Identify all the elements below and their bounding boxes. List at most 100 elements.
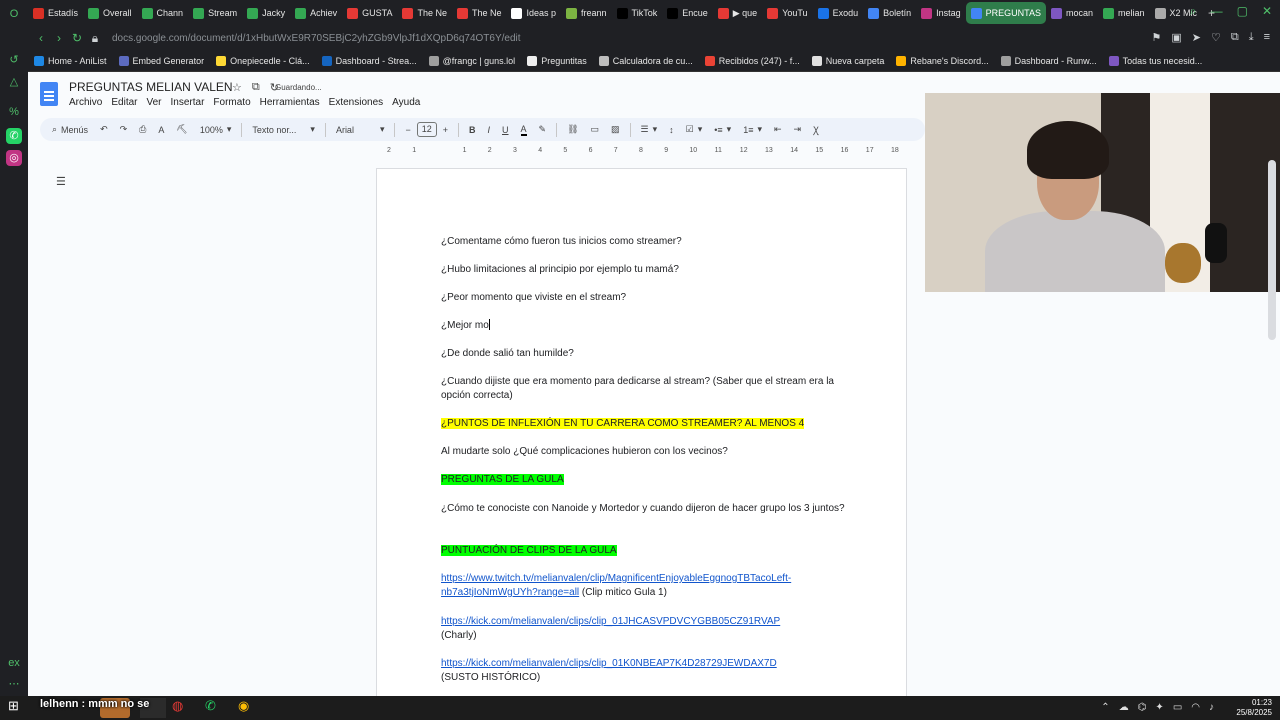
numbered-list-button[interactable]: 1≡ ▾ bbox=[737, 124, 768, 135]
bookmark-item[interactable]: Todas tus necesid... bbox=[1108, 55, 1202, 66]
print-button[interactable]: ⎙ bbox=[133, 124, 152, 135]
increase-indent-button[interactable]: ⇥ bbox=[788, 124, 808, 135]
url-field[interactable]: docs.google.com/document/d/1xHbutWxE9R70… bbox=[112, 33, 521, 44]
browser-tab[interactable]: YouTu bbox=[762, 2, 812, 24]
menu-ayuda[interactable]: Ayuda bbox=[392, 97, 420, 108]
menu-insertar[interactable]: Insertar bbox=[171, 97, 205, 108]
sidebar-aria-icon[interactable]: △ bbox=[6, 74, 22, 90]
highlight-button[interactable]: ✎ bbox=[533, 124, 553, 135]
browser-tab[interactable]: Ideas p bbox=[506, 2, 561, 24]
send-icon[interactable]: ➤ bbox=[1192, 31, 1201, 44]
redo-button[interactable]: ↷ bbox=[114, 124, 134, 135]
reload-icon[interactable]: ↻ bbox=[68, 31, 86, 45]
highlighted-paragraph[interactable]: PUNTUACIÓN DE CLIPS DE LA GULA bbox=[441, 544, 851, 558]
browser-tab[interactable]: The Ne bbox=[452, 2, 507, 24]
snapshot-icon[interactable]: ▣ bbox=[1171, 31, 1181, 44]
undo-button[interactable]: ↶ bbox=[94, 124, 114, 135]
menu-extensiones[interactable]: Extensiones bbox=[329, 97, 383, 108]
bookmark-item[interactable]: Dashboard - Runw... bbox=[1000, 55, 1097, 66]
font-size-input[interactable]: 12 bbox=[416, 122, 437, 137]
bookmark-item[interactable]: Preguntitas bbox=[527, 55, 587, 66]
star-icon[interactable]: ☆ bbox=[232, 81, 242, 94]
tab-active[interactable]: PREGUNTAS bbox=[965, 2, 1046, 24]
maximize-icon[interactable]: ▢ bbox=[1237, 4, 1248, 19]
browser-tab[interactable]: Encue bbox=[662, 2, 713, 24]
download-icon[interactable]: ⤓ bbox=[1249, 31, 1254, 44]
bookmark-item[interactable]: @frangc | guns.lol bbox=[428, 55, 515, 66]
bulleted-list-button[interactable]: •≡ ▾ bbox=[708, 124, 737, 135]
bookmark-item[interactable]: Rebane's Discord... bbox=[896, 55, 989, 66]
style-select[interactable]: Texto nor... ▾ bbox=[246, 124, 321, 135]
document-paragraph[interactable]: ¿De donde salió tan humilde? bbox=[441, 347, 851, 361]
clip-link[interactable]: https://kick.com/melianvalen/clips/clip_… bbox=[441, 616, 780, 627]
menu-editar[interactable]: Editar bbox=[111, 97, 137, 108]
bold-button[interactable]: B bbox=[463, 125, 482, 135]
heart-icon[interactable]: ♡ bbox=[1211, 31, 1221, 44]
browser-tab[interactable]: GUSTA bbox=[342, 2, 397, 24]
font-select[interactable]: Arial ▾ bbox=[330, 124, 391, 135]
bookmark-item[interactable]: Calculadora de cu... bbox=[598, 55, 693, 66]
move-folder-icon[interactable]: ⧉ bbox=[252, 81, 260, 94]
battery-icon[interactable]: ▭ bbox=[1173, 702, 1182, 713]
browser-tab[interactable]: Stream bbox=[188, 2, 242, 24]
network-icon[interactable]: ⌬ bbox=[1138, 702, 1147, 713]
clear-formatting-button[interactable]: Ꭓ bbox=[807, 123, 825, 136]
bookmark-item[interactable]: Dashboard - Strea... bbox=[321, 55, 417, 66]
align-button[interactable]: ☰ ▾ bbox=[635, 124, 664, 135]
document-outline-icon[interactable]: ☰ bbox=[56, 175, 68, 188]
tray-chevron-icon[interactable]: ⌃ bbox=[1101, 702, 1109, 713]
paint-format-button[interactable]: ⛏ bbox=[170, 124, 193, 135]
whatsapp-taskbar-icon[interactable]: ✆ bbox=[205, 698, 216, 718]
line-spacing-button[interactable]: ↕ bbox=[663, 125, 680, 135]
spellcheck-button[interactable]: A bbox=[152, 125, 170, 135]
site-info-icon[interactable]: 🔒︎ bbox=[86, 31, 104, 46]
link-paragraph[interactable]: https://kick.com/melianvalen/clips/clip_… bbox=[441, 657, 851, 685]
decrease-font-button[interactable]: − bbox=[399, 125, 416, 135]
document-paragraph[interactable]: ¿Hubo limitaciones al principio por ejem… bbox=[441, 263, 851, 277]
sidebar-more-icon[interactable]: ⋯ bbox=[6, 676, 22, 692]
opera-taskbar-icon[interactable]: ◍ bbox=[172, 698, 183, 718]
bookmark-item[interactable]: Recibidos (247) - f... bbox=[704, 55, 800, 66]
forward-icon[interactable]: › bbox=[50, 31, 68, 45]
document-paragraph[interactable]: ¿Cómo te conociste con Nanoide y Mortedo… bbox=[441, 502, 851, 516]
bookmark-item[interactable]: Onepiecedle - Clá... bbox=[216, 55, 310, 66]
document-paragraph[interactable]: ¿Comentame cómo fueron tus inicios como … bbox=[441, 235, 851, 249]
text-color-button[interactable]: A bbox=[515, 124, 533, 136]
extensions-icon[interactable]: ⧉ bbox=[1231, 31, 1239, 44]
sidebar-percent-icon[interactable]: % bbox=[6, 104, 22, 120]
menu-herramientas[interactable]: Herramientas bbox=[260, 97, 320, 108]
bookmark-item[interactable]: Home - AniList bbox=[34, 55, 107, 66]
highlighted-paragraph[interactable]: PREGUNTAS DE LA GULA bbox=[441, 473, 851, 487]
browser-tab[interactable]: ▶ que bbox=[713, 2, 762, 24]
chrome-taskbar-icon[interactable]: ◉ bbox=[238, 698, 249, 718]
browser-tab[interactable]: Chann bbox=[137, 2, 189, 24]
checklist-button[interactable]: ☑ ▾ bbox=[680, 124, 709, 135]
menu-archivo[interactable]: Archivo bbox=[69, 97, 102, 108]
docs-logo-icon[interactable] bbox=[40, 82, 58, 106]
highlighted-paragraph[interactable]: ¿PUNTOS DE INFLEXIÓN EN TU CARRERA COMO … bbox=[441, 417, 851, 431]
whatsapp-icon[interactable]: ✆ bbox=[6, 128, 22, 144]
underline-button[interactable]: U bbox=[496, 125, 515, 135]
back-icon[interactable]: ‹ bbox=[32, 31, 50, 45]
browser-tab[interactable]: Boletín bbox=[863, 2, 916, 24]
cloud-icon[interactable]: ☁ bbox=[1119, 702, 1129, 713]
menu-ver[interactable]: Ver bbox=[146, 97, 161, 108]
bookmark-icon[interactable]: ⚑ bbox=[1151, 31, 1161, 44]
browser-tab[interactable]: The Ne bbox=[397, 2, 452, 24]
opera-logo-icon[interactable]: O bbox=[6, 6, 22, 22]
increase-font-button[interactable]: + bbox=[437, 125, 454, 135]
bookmark-item[interactable]: Embed Generator bbox=[118, 55, 204, 66]
document-paragraph[interactable]: ¿Cuando dijiste que era momento para ded… bbox=[441, 375, 851, 403]
document-paragraph[interactable]: Al mudarte solo ¿Qué complicaciones hubi… bbox=[441, 445, 851, 459]
browser-tab[interactable]: TikTok bbox=[612, 2, 663, 24]
instagram-icon[interactable]: ◎ bbox=[6, 150, 22, 166]
decrease-indent-button[interactable]: ⇤ bbox=[768, 124, 788, 135]
menu-formato[interactable]: Formato bbox=[213, 97, 250, 108]
browser-tab[interactable]: Exodu bbox=[813, 2, 864, 24]
horizontal-ruler[interactable]: 2 1 1 2 3 4 5 6 7 8 9 10 11 12 13 14 15 16 17 18 bbox=[377, 145, 907, 158]
document-title[interactable]: PREGUNTAS MELIAN VALEN bbox=[69, 80, 233, 94]
page-scrollbar[interactable] bbox=[1268, 160, 1276, 340]
bookmark-item[interactable]: Nueva carpeta bbox=[811, 55, 884, 66]
clock[interactable]: 01:23 25/8/2025 bbox=[1236, 698, 1272, 718]
link-paragraph[interactable]: https://www.twitch.tv/melianvalen/clip/M… bbox=[441, 572, 851, 600]
